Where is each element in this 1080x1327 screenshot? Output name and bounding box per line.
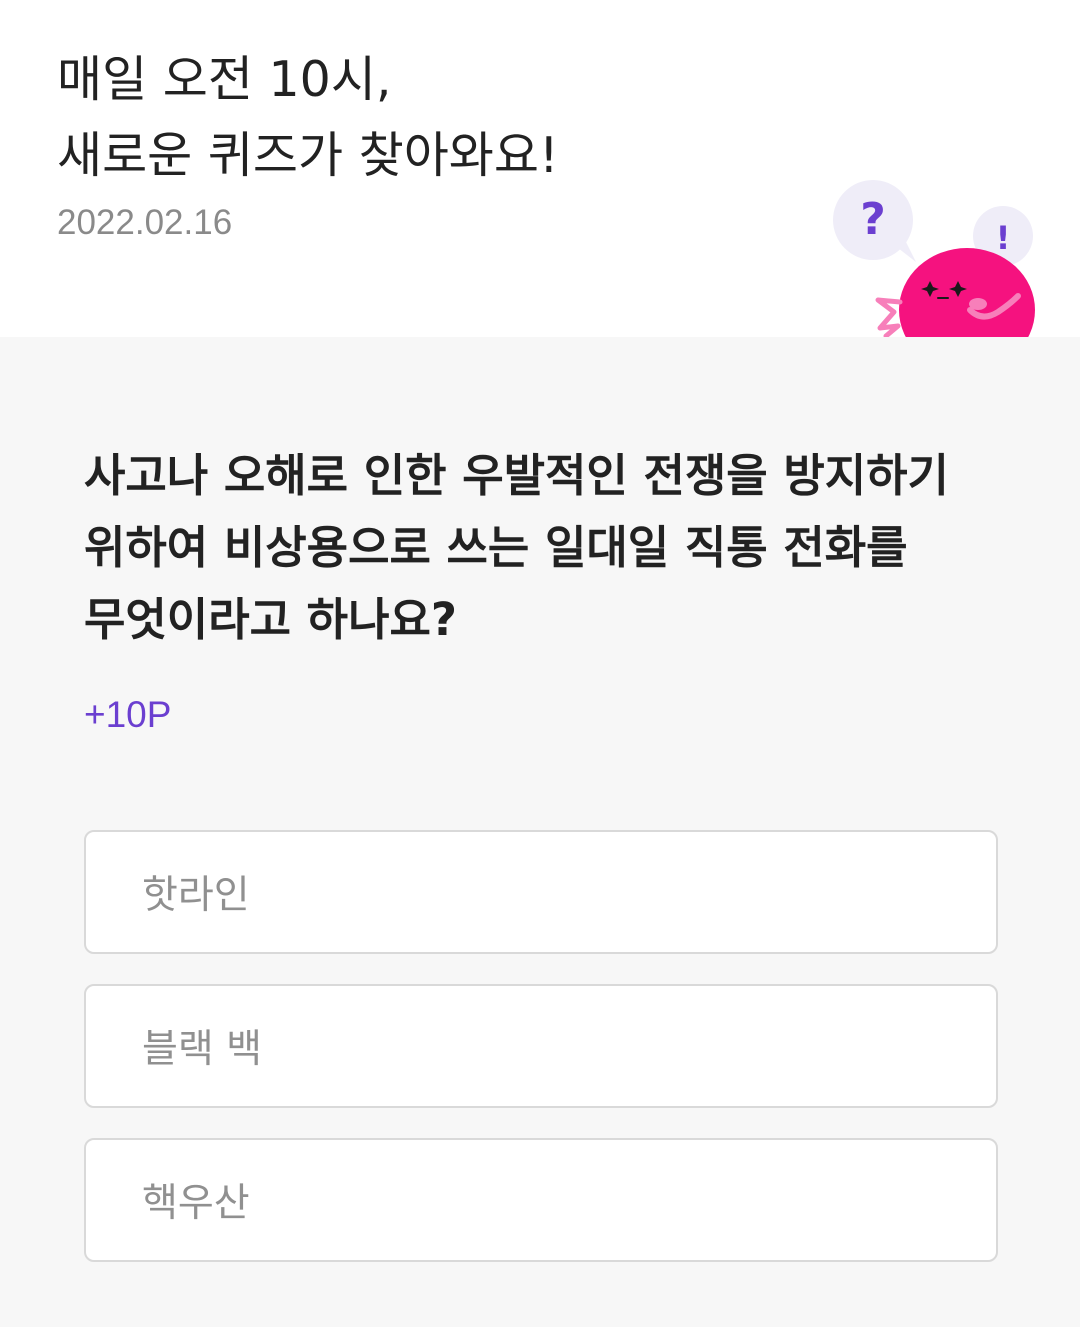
question-line: 위하여 비상용으로 쓰는 일대일 직통 전화를 bbox=[84, 521, 908, 574]
answer-option-1[interactable]: 핫라인 bbox=[84, 830, 998, 954]
question-mark-icon: ? bbox=[860, 194, 886, 245]
quiz-header: 매일 오전 10시, 새로운 퀴즈가 찾아와요! 2022.02.16 ? ! bbox=[0, 0, 1080, 337]
answer-option-2[interactable]: 블랙 백 bbox=[84, 984, 998, 1108]
page-title: 매일 오전 10시, 새로운 퀴즈가 찾아와요! bbox=[57, 42, 559, 194]
quiz-mascot-illustration: ? ! bbox=[833, 180, 1035, 337]
title-line-1: 매일 오전 10시, bbox=[57, 51, 392, 108]
answer-option-3[interactable]: 핵우산 bbox=[84, 1138, 998, 1262]
question-line: 무엇이라고 하나요? bbox=[84, 593, 457, 646]
title-line-2: 새로운 퀴즈가 찾아와요! bbox=[57, 127, 559, 184]
answer-options: 핫라인 블랙 백 핵우산 bbox=[84, 830, 998, 1292]
mascot-hand-icon bbox=[875, 297, 903, 337]
quiz-date: 2022.02.16 bbox=[57, 203, 233, 242]
question-line: 사고나 오해로 인한 우발적인 전쟁을 방지하기 bbox=[84, 449, 949, 502]
quiz-question: 사고나 오해로 인한 우발적인 전쟁을 방지하기 위하여 비상용으로 쓰는 일대… bbox=[84, 440, 1014, 656]
reward-points: +10P bbox=[84, 694, 172, 735]
exclamation-mark-icon: ! bbox=[996, 219, 1011, 257]
quiz-section: 사고나 오해로 인한 우발적인 전쟁을 방지하기 위하여 비상용으로 쓰는 일대… bbox=[0, 337, 1080, 1327]
